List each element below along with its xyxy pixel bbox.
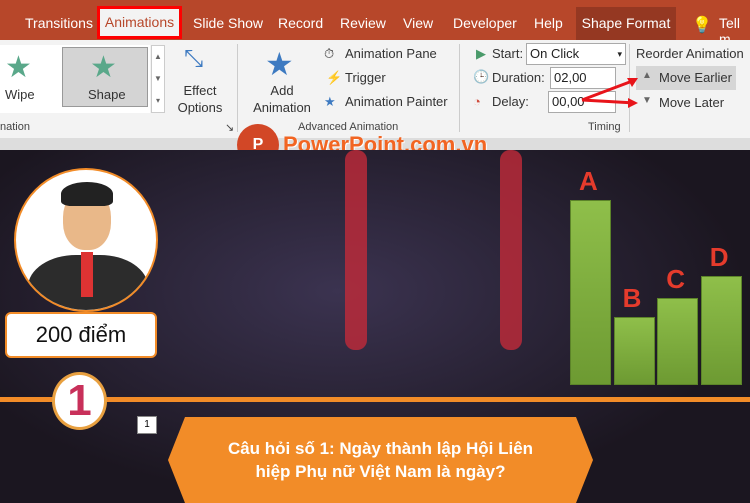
group-label-timing: Timing xyxy=(588,121,621,133)
add-animation-button[interactable]: Add Animation xyxy=(246,82,318,116)
move-earlier-label: Move Earlier xyxy=(659,70,732,85)
stage-pillar xyxy=(500,150,522,350)
gallery-shape[interactable]: ★ Shape xyxy=(62,47,148,107)
bar-label-A: A xyxy=(579,166,598,196)
trigger-icon: ⚡ xyxy=(326,70,343,85)
shape-star-icon: ★ xyxy=(90,51,117,84)
animation-painter-icon: ★ xyxy=(324,94,336,109)
group-label-animation: nation xyxy=(0,121,30,133)
lightbulb-icon[interactable]: 💡 xyxy=(692,15,712,35)
tab-animations[interactable]: Animations xyxy=(97,6,182,39)
dialog-launcher-icon[interactable]: ↘ xyxy=(225,121,234,134)
animation-pane-icon: ⏱ xyxy=(324,46,335,61)
move-earlier-button[interactable]: ▲ Move Earlier xyxy=(636,66,736,90)
animation-pane-button[interactable]: Animation Pane xyxy=(345,46,437,61)
tab-review[interactable]: Review xyxy=(340,15,386,31)
delay-icon: ◔ xyxy=(473,94,481,109)
tab-developer[interactable]: Developer xyxy=(453,15,517,31)
animation-order-tag[interactable]: 1 xyxy=(137,416,157,434)
gallery-wipe[interactable]: Wipe xyxy=(5,87,35,102)
effect-options-icon: ⤡ xyxy=(184,45,204,72)
tab-record[interactable]: Record xyxy=(278,15,323,31)
tab-view[interactable]: View xyxy=(403,15,433,31)
reorder-title: Reorder Animation xyxy=(636,46,744,61)
tab-transitions[interactable]: Transitions xyxy=(25,15,93,31)
bar-A[interactable] xyxy=(570,200,611,385)
question-number-badge: 1 xyxy=(52,372,107,430)
score-box: 200 điểm xyxy=(5,312,157,358)
tab-help[interactable]: Help xyxy=(534,15,563,31)
trigger-button[interactable]: Trigger xyxy=(345,70,386,85)
gallery-scroll[interactable]: ▲ ▼ ▾ xyxy=(151,45,165,113)
gallery-shape-label: Shape xyxy=(88,87,126,102)
chevron-down-icon: ▾ xyxy=(617,49,622,59)
start-select[interactable]: On Click ▾ xyxy=(526,43,626,65)
slide[interactable]: 200 điểm 1 1 Câu hỏi số 1: Ngày thành lậ… xyxy=(0,150,750,503)
effect-options-button[interactable]: Effect Options xyxy=(171,82,229,116)
bar-D[interactable] xyxy=(700,275,742,385)
delay-label: Delay: xyxy=(492,94,529,109)
avatar xyxy=(14,168,158,312)
bar-label-C: C xyxy=(666,264,685,295)
start-icon: ▶ xyxy=(476,46,486,61)
question-box[interactable]: Câu hỏi số 1: Ngày thành lập Hội Liên hi… xyxy=(168,417,593,503)
start-label: Start: xyxy=(492,46,524,61)
bar-label-B: B xyxy=(622,282,642,313)
tab-shape-format[interactable]: Shape Format xyxy=(576,7,676,40)
question-line xyxy=(0,397,750,402)
stage-pillar xyxy=(345,150,367,350)
triangle-up-icon: ▲ xyxy=(642,70,652,81)
bar-C[interactable] xyxy=(657,298,699,385)
clock-icon: 🕒 xyxy=(473,69,490,84)
add-animation-star-icon: ★ xyxy=(265,46,294,82)
triangle-down-icon: ▼ xyxy=(642,95,652,106)
move-later-label: Move Later xyxy=(659,95,725,110)
move-later-button[interactable]: ▼ Move Later xyxy=(636,91,736,115)
tab-slide-show[interactable]: Slide Show xyxy=(193,15,263,31)
start-value: On Click xyxy=(530,46,580,61)
duration-label: Duration: xyxy=(492,70,545,85)
bar-label-D: D xyxy=(709,241,729,272)
animation-painter-button[interactable]: Animation Painter xyxy=(345,94,448,109)
red-arrows-annotation xyxy=(581,78,638,108)
bar-B[interactable] xyxy=(613,316,655,385)
wipe-star-icon: ★ xyxy=(5,51,32,84)
